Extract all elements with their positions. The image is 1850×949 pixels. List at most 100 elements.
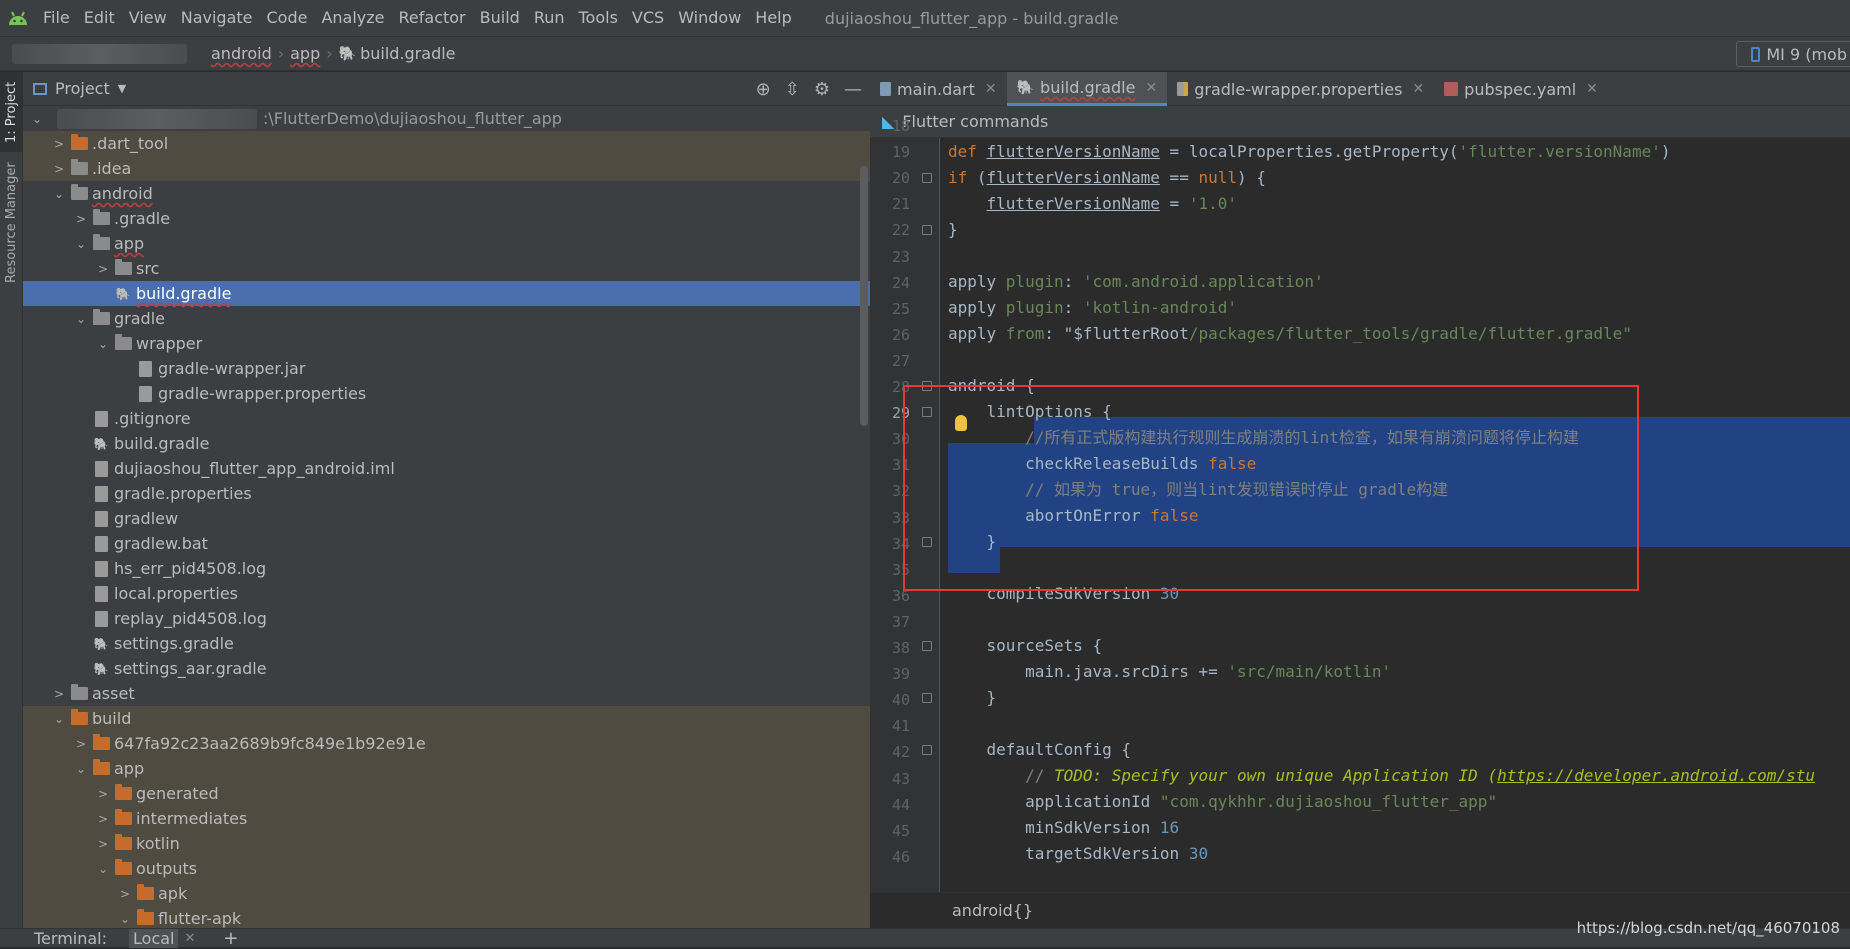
todo-link[interactable]: https://developer.android.com/stu	[1497, 766, 1815, 785]
close-icon[interactable]: ✕	[1145, 80, 1157, 96]
tree-item[interactable]: ⌄ android	[23, 181, 870, 206]
fold-marker-icon[interactable]	[922, 225, 932, 235]
tree-item[interactable]: 🐘 build.gradle	[23, 281, 870, 306]
menu-edit[interactable]: Edit	[77, 0, 122, 36]
chevron-down-icon[interactable]: ⌄	[49, 712, 69, 726]
device-selector[interactable]: MI 9 (mob	[1736, 41, 1850, 67]
chevron-down-icon[interactable]: ⌄	[115, 912, 135, 926]
menu-run[interactable]: Run	[527, 0, 572, 36]
tree-item[interactable]: 🐘 settings.gradle	[23, 631, 870, 656]
chevron-right-icon[interactable]: >	[49, 137, 69, 151]
gear-icon[interactable]: ⚙	[814, 79, 830, 100]
close-icon[interactable]: ✕	[1586, 81, 1598, 97]
chevron-down-icon[interactable]: ▼	[118, 82, 126, 95]
tree-item[interactable]: ⌄ wrapper	[23, 331, 870, 356]
close-icon[interactable]: ✕	[985, 81, 997, 97]
menu-help[interactable]: Help	[748, 0, 798, 36]
project-view-selector[interactable]: Project	[55, 79, 110, 98]
close-icon[interactable]: ✕	[1412, 81, 1424, 97]
tree-item[interactable]: gradle-wrapper.jar	[23, 356, 870, 381]
menu-code[interactable]: Code	[260, 0, 315, 36]
chevron-right-icon[interactable]: >	[93, 812, 113, 826]
menu-navigate[interactable]: Navigate	[174, 0, 260, 36]
chevron-down-icon[interactable]: ⌄	[93, 862, 113, 876]
chevron-right-icon[interactable]: >	[49, 162, 69, 176]
chevron-right-icon[interactable]: >	[93, 837, 113, 851]
menu-window[interactable]: Window	[671, 0, 748, 36]
tree-item[interactable]: gradle-wrapper.properties	[23, 381, 870, 406]
collapse-all-icon[interactable]: ⇳	[785, 79, 800, 100]
hide-panel-icon[interactable]: —	[844, 79, 862, 100]
tree-item[interactable]: > .dart_tool	[23, 131, 870, 156]
breadcrumb-build-gradle[interactable]: build.gradle	[360, 44, 455, 63]
close-icon[interactable]: ✕	[184, 931, 195, 946]
lightbulb-icon[interactable]	[955, 415, 967, 431]
fold-marker-icon[interactable]	[922, 173, 932, 183]
menu-view[interactable]: View	[122, 0, 174, 36]
flutter-commands-bar[interactable]: ◣ Flutter commands	[870, 106, 1850, 138]
tree-item[interactable]: > asset	[23, 681, 870, 706]
chevron-down-icon[interactable]: ⌄	[71, 312, 91, 326]
fold-marker-icon[interactable]	[922, 641, 932, 651]
tab-pubspec-yaml[interactable]: pubspec.yaml ✕	[1434, 72, 1608, 106]
menu-tools[interactable]: Tools	[572, 0, 625, 36]
tree-item[interactable]: ⌄ app	[23, 756, 870, 781]
tree-item[interactable]: replay_pid4508.log	[23, 606, 870, 631]
tree-item[interactable]: gradlew.bat	[23, 531, 870, 556]
tree-item[interactable]: ⌄ gradle	[23, 306, 870, 331]
tree-item[interactable]: ⌄ build	[23, 706, 870, 731]
chevron-right-icon[interactable]: >	[93, 787, 113, 801]
tree-item-label: .gitignore	[114, 409, 191, 428]
chevron-down-icon[interactable]: ⌄	[71, 762, 91, 776]
chevron-right-icon[interactable]: >	[115, 887, 135, 901]
fold-marker-icon[interactable]	[922, 693, 932, 703]
tree-item[interactable]: gradle.properties	[23, 481, 870, 506]
breadcrumb-android[interactable]: android	[207, 44, 276, 63]
fold-marker-icon[interactable]	[922, 745, 932, 755]
tree-item[interactable]: > src	[23, 256, 870, 281]
project-tool-tab[interactable]: 1: Project	[0, 72, 23, 152]
tab-build-gradle[interactable]: 🐘 build.gradle ✕	[1006, 72, 1168, 106]
tab-gradle-wrapper-properties[interactable]: gradle-wrapper.properties ✕	[1167, 72, 1434, 106]
code-text: =	[1159, 194, 1189, 213]
breadcrumb-app[interactable]: app	[286, 44, 324, 63]
chevron-right-icon[interactable]: >	[71, 737, 91, 751]
tree-item[interactable]: ⌄ outputs	[23, 856, 870, 881]
resource-manager-tab[interactable]: Resource Manager	[0, 158, 23, 288]
menu-refactor[interactable]: Refactor	[392, 0, 473, 36]
add-terminal-icon[interactable]: +	[223, 928, 238, 949]
tree-scrollbar[interactable]	[860, 166, 868, 426]
tree-item[interactable]: dujiaoshou_flutter_app_android.iml	[23, 456, 870, 481]
tree-item[interactable]: 🐘 build.gradle	[23, 431, 870, 456]
chevron-down-icon[interactable]: ⌄	[49, 187, 69, 201]
terminal-label[interactable]: Terminal:	[34, 929, 107, 948]
tree-item[interactable]: >647fa92c23aa2689b9fc849e1b92e91e	[23, 731, 870, 756]
tree-root[interactable]: ⌄ :\FlutterDemo\dujiaoshou_flutter_app	[23, 106, 870, 131]
chevron-right-icon[interactable]: >	[49, 687, 69, 701]
chevron-right-icon[interactable]: >	[93, 262, 113, 276]
menu-file[interactable]: File	[36, 0, 77, 36]
tree-item[interactable]: > apk	[23, 881, 870, 906]
tree-item[interactable]: > .gradle	[23, 206, 870, 231]
tab-main-dart[interactable]: main.dart ✕	[870, 72, 1007, 106]
tree-item[interactable]: gradlew	[23, 506, 870, 531]
tree-item[interactable]: > intermediates	[23, 806, 870, 831]
tree-item[interactable]: ⌄ flutter-apk	[23, 906, 870, 928]
tree-item[interactable]: > kotlin	[23, 831, 870, 856]
tree-item[interactable]: .gitignore	[23, 406, 870, 431]
menu-build[interactable]: Build	[473, 0, 527, 36]
terminal-tab-local[interactable]: Local	[129, 928, 179, 948]
editor-breadcrumb[interactable]: android{}	[952, 901, 1033, 920]
chevron-down-icon[interactable]: ⌄	[93, 337, 113, 351]
tree-item[interactable]: local.properties	[23, 581, 870, 606]
menu-analyze[interactable]: Analyze	[314, 0, 391, 36]
chevron-down-icon[interactable]: ⌄	[71, 237, 91, 251]
tree-item[interactable]: 🐘 settings_aar.gradle	[23, 656, 870, 681]
tree-item[interactable]: ⌄ app	[23, 231, 870, 256]
chevron-right-icon[interactable]: >	[71, 212, 91, 226]
tree-item[interactable]: > .idea	[23, 156, 870, 181]
tree-item[interactable]: hs_err_pid4508.log	[23, 556, 870, 581]
tree-item[interactable]: > generated	[23, 781, 870, 806]
locate-icon[interactable]: ⊕	[756, 79, 771, 100]
menu-vcs[interactable]: VCS	[625, 0, 671, 36]
